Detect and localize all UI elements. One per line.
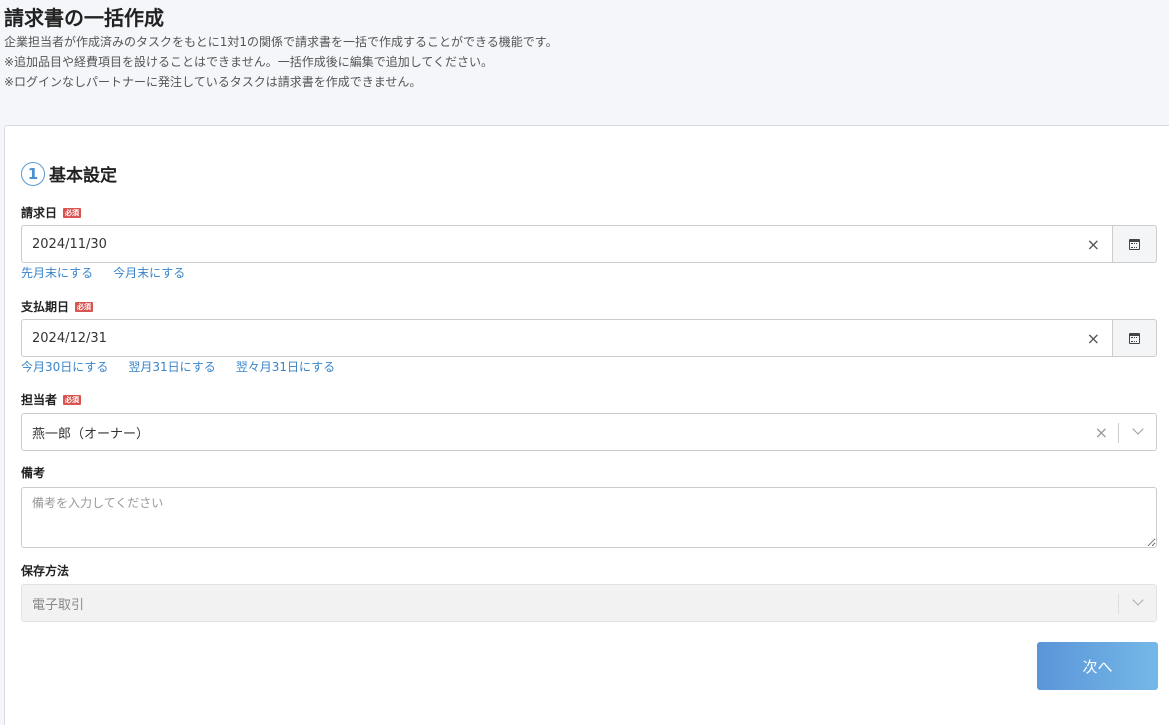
clear-icon[interactable]: × xyxy=(1087,329,1100,348)
shortcut-this-month-end[interactable]: 今月末にする xyxy=(113,264,185,281)
invoice-date-label: 請求日 必須 xyxy=(21,204,82,221)
section-heading: 1 基本設定 xyxy=(21,161,117,186)
due-date-label-text: 支払期日 xyxy=(21,300,70,314)
due-date-group: 2024/12/31 × xyxy=(21,319,1157,357)
page-title: 請求書の一括作成 xyxy=(4,6,164,30)
shortcut-next-month-31[interactable]: 翌月31日にする xyxy=(128,358,215,375)
form-card: 1 基本設定 請求日 必須 2024/11/30 × 先月末にする 今月末にする… xyxy=(4,125,1169,725)
calendar-icon xyxy=(1129,238,1140,250)
due-date-label: 支払期日 必須 xyxy=(21,298,94,315)
storage-method-label-text: 保存方法 xyxy=(21,564,70,578)
invoice-date-shortcuts: 先月末にする 今月末にする xyxy=(21,264,185,281)
memo-label-text: 備考 xyxy=(21,466,46,480)
due-date-input[interactable]: 2024/12/31 × xyxy=(21,319,1113,357)
required-badge: 必須 xyxy=(63,207,82,218)
storage-method-select: 電子取引 xyxy=(21,584,1157,622)
step-number-badge: 1 xyxy=(21,161,45,186)
invoice-date-input[interactable]: 2024/11/30 × xyxy=(21,225,1113,263)
next-button[interactable]: 次へ xyxy=(1037,642,1158,690)
memo-label: 備考 xyxy=(21,464,45,481)
assignee-label-text: 担当者 xyxy=(21,393,58,407)
assignee-value: 燕一郎（オーナー） xyxy=(32,426,150,442)
chevron-down-icon xyxy=(1132,594,1144,606)
page-header: 請求書の一括作成 企業担当者が作成済みのタスクをもとに1対1の関係で請求書を一括… xyxy=(0,0,1169,126)
due-date-shortcuts: 今月30日にする 翌月31日にする 翌々月31日にする xyxy=(21,358,335,375)
assignee-label: 担当者 必須 xyxy=(21,391,82,408)
memo-textarea[interactable] xyxy=(21,487,1157,548)
invoice-date-calendar-button[interactable] xyxy=(1113,225,1157,263)
clear-icon[interactable]: × xyxy=(1095,423,1108,442)
select-separator xyxy=(1118,594,1119,614)
clear-icon[interactable]: × xyxy=(1087,235,1100,254)
invoice-date-value: 2024/11/30 xyxy=(32,236,107,252)
select-separator xyxy=(1118,423,1119,443)
description-line: ※ログインなしパートナーに発注しているタスクは請求書を作成できません。 xyxy=(4,75,422,89)
invoice-date-group: 2024/11/30 × xyxy=(21,225,1157,263)
shortcut-last-month-end[interactable]: 先月末にする xyxy=(21,264,93,281)
required-badge: 必須 xyxy=(75,301,94,312)
description-line: ※追加品目や経費項目を設けることはできません。一括作成後に編集で追加してください… xyxy=(4,55,493,69)
shortcut-month-after-next-31[interactable]: 翌々月31日にする xyxy=(236,358,335,375)
section-title: 基本設定 xyxy=(49,166,117,186)
shortcut-this-month-30[interactable]: 今月30日にする xyxy=(21,358,108,375)
storage-method-label: 保存方法 xyxy=(21,562,69,579)
assignee-select[interactable]: 燕一郎（オーナー） × xyxy=(21,413,1157,451)
description-line: 企業担当者が作成済みのタスクをもとに1対1の関係で請求書を一括で作成することがで… xyxy=(4,35,558,49)
storage-method-value: 電子取引 xyxy=(32,597,85,613)
invoice-date-label-text: 請求日 xyxy=(21,206,58,220)
due-date-calendar-button[interactable] xyxy=(1113,319,1157,357)
required-badge: 必須 xyxy=(63,394,82,405)
due-date-value: 2024/12/31 xyxy=(32,330,107,346)
chevron-down-icon[interactable] xyxy=(1132,423,1144,435)
calendar-icon xyxy=(1129,332,1140,344)
